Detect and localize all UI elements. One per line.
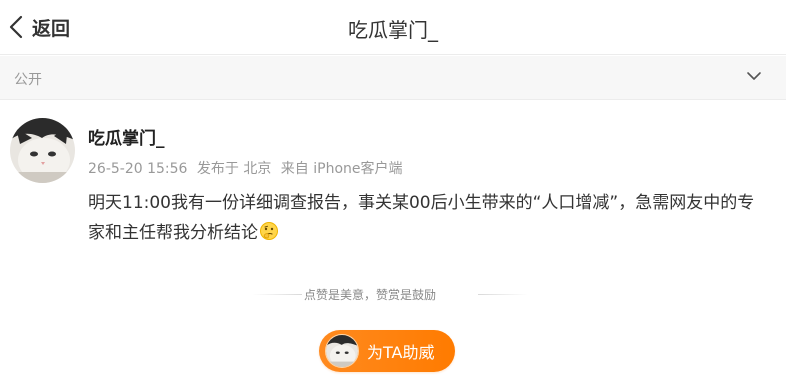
cat-avatar-icon: [10, 118, 75, 183]
post-time: 26-5-20 15:56: [88, 161, 188, 177]
reward-button[interactable]: 为TA助威: [319, 330, 455, 372]
cat-avatar-icon: [326, 335, 358, 367]
thinking-face-emoji-icon: [259, 221, 279, 241]
post-text: 明天11:00我有一份详细调查报告，事关某00后小生带来的“人口增减”，急需网友…: [88, 193, 755, 243]
page-title: 吃瓜掌门_: [348, 18, 438, 42]
reward-divider: 点赞是美意，赞赏是鼓励: [0, 285, 786, 305]
post-content: 明天11:00我有一份详细调查报告，事关某00后小生带来的“人口增减”，急需网友…: [88, 188, 768, 248]
divider-line-right: [478, 294, 528, 295]
visibility-selector[interactable]: 公开: [0, 56, 786, 100]
post-meta: 26-5-20 15:56 发布于 北京 来自 iPhone客户端: [88, 158, 408, 178]
chevron-down-icon[interactable]: [746, 70, 762, 82]
reward-avatar: [325, 334, 359, 368]
top-nav-bar: 返回 吃瓜掌门_: [0, 0, 786, 55]
visibility-label: 公开: [14, 72, 42, 88]
divider-line-left: [252, 294, 302, 295]
post-source: 来自 iPhone客户端: [280, 161, 403, 177]
author-avatar[interactable]: [10, 118, 75, 183]
reward-button-label: 为TA助威: [367, 343, 435, 362]
post-location: 发布于 北京: [196, 161, 272, 177]
author-name[interactable]: 吃瓜掌门_: [88, 124, 165, 149]
reward-slogan: 点赞是美意，赞赏是鼓励: [304, 288, 437, 302]
